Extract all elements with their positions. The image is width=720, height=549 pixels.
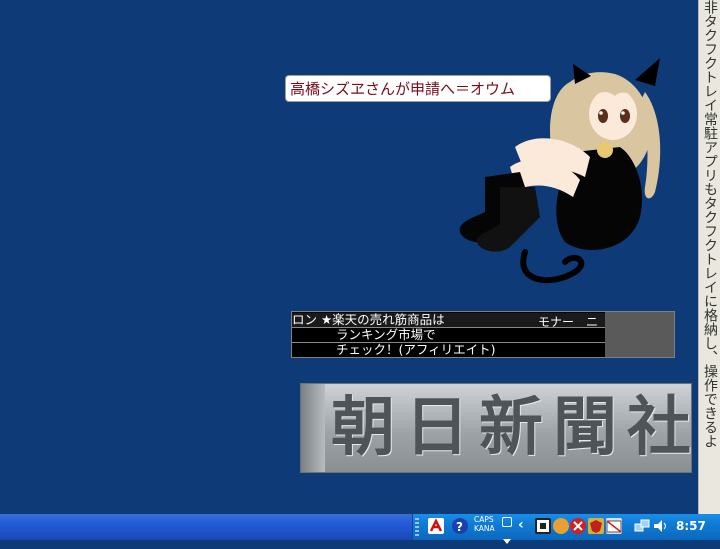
banner-left-strip bbox=[301, 384, 325, 472]
news-source-banner[interactable]: 朝日新聞社 bbox=[300, 383, 692, 473]
news-ticker-panel[interactable]: ロン ★楽天の売れ筋商品は モナー ニ ランキング市場で チェック！(アフィリエ… bbox=[291, 311, 675, 358]
caps-label: CAPS bbox=[474, 515, 494, 524]
vertical-news-ticker[interactable]: 非タクフクトレイ常駐アプリもタクフクトレイに格納し、操作できるよ bbox=[698, 0, 720, 514]
window-icon[interactable] bbox=[606, 518, 622, 534]
banner-text: 朝日新聞社 bbox=[331, 391, 692, 465]
kana-label: KANA bbox=[474, 524, 495, 533]
network-icon[interactable] bbox=[634, 518, 650, 534]
close-icon[interactable] bbox=[570, 518, 586, 534]
svg-text:?: ? bbox=[456, 520, 463, 534]
chevron-down-icon[interactable] bbox=[503, 530, 511, 544]
acrobat-icon[interactable] bbox=[428, 518, 444, 534]
taskbar-clock[interactable]: 8:57 bbox=[676, 519, 706, 533]
security-icon[interactable] bbox=[553, 518, 569, 534]
ime-status[interactable]: CAPS KANA bbox=[474, 515, 495, 533]
help-icon[interactable]: ? bbox=[452, 518, 468, 534]
speaker-icon[interactable] bbox=[652, 518, 668, 534]
cat-girl-mascot-icon[interactable] bbox=[455, 52, 665, 290]
ime-icon[interactable] bbox=[535, 518, 551, 534]
tray-grip[interactable] bbox=[415, 518, 419, 536]
ticker-line-3: チェック！(アフィリエイト) bbox=[336, 342, 496, 357]
ime-window-icon[interactable] bbox=[502, 517, 512, 527]
ticker-line-2: ランキング市場で bbox=[336, 327, 436, 342]
show-hidden-icons-button[interactable]: ‹ bbox=[518, 517, 524, 533]
shield-icon[interactable] bbox=[588, 518, 604, 534]
